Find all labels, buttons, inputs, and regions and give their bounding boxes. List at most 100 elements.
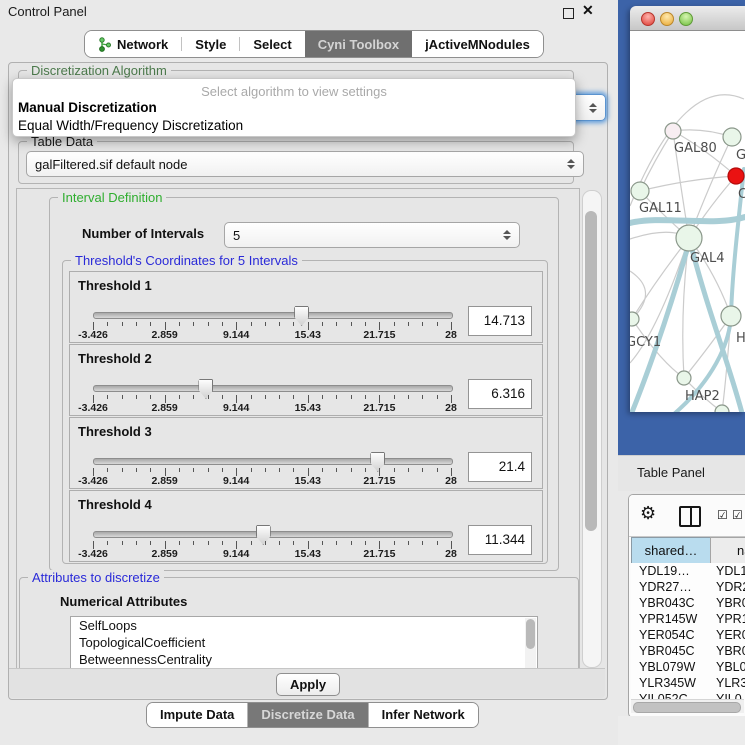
table-panel-card: ⚙ ☑ ☑ shared… na YDL19…YDL1YDR27…YDR2YBR…	[628, 494, 745, 718]
threshold-value-field[interactable]: 6.316	[468, 379, 532, 409]
network-node-node-red[interactable]	[728, 168, 744, 184]
slider-tick-labels: -3.4262.8599.14415.4321.71528	[93, 329, 451, 341]
threshold-value-field[interactable]: 11.344	[468, 525, 532, 555]
tab-impute-data[interactable]: Impute Data	[147, 703, 248, 727]
table-row[interactable]: YDR27… YDR2	[631, 579, 745, 595]
table-row[interactable]: YER054C YER0	[631, 627, 745, 643]
threshold-label: Threshold 4	[78, 497, 152, 512]
select-column-icon[interactable]: ☑	[732, 508, 743, 522]
network-node-node-bottom[interactable]	[715, 405, 729, 412]
table-row[interactable]: YBL079W YBL0	[631, 659, 745, 675]
slider-track[interactable]	[93, 458, 453, 465]
node-label-GAL11: GAL11	[639, 201, 682, 216]
network-canvas[interactable]: GAL80GACGAL11GAL4GCY1HHAP2	[630, 31, 745, 412]
slider-track[interactable]	[93, 312, 453, 319]
close-icon[interactable]: ✕	[582, 2, 594, 19]
zoom-traffic-light-icon[interactable]	[679, 12, 693, 26]
network-node-node-top-right[interactable]	[723, 128, 741, 146]
network-node-GAL4[interactable]	[676, 225, 702, 251]
table-hscrollbar-thumb[interactable]	[633, 702, 741, 713]
number-of-intervals-combobox[interactable]: 5	[224, 222, 520, 248]
float-window-icon[interactable]	[563, 8, 574, 19]
network-window-titlebar[interactable]	[630, 6, 745, 31]
table-header-row: shared… na	[629, 537, 745, 563]
numerical-attributes-label: Numerical Attributes	[60, 594, 187, 609]
combo-arrows-icon	[561, 159, 575, 169]
close-traffic-light-icon[interactable]	[641, 12, 655, 26]
table-row[interactable]: YLR345WYLR3	[631, 675, 745, 691]
cell-name: YDL1	[716, 563, 745, 579]
network-node-GAL11[interactable]	[631, 182, 649, 200]
list-scrollbar-thumb[interactable]	[526, 619, 535, 649]
cell-shared-name: YDL19…	[639, 563, 690, 579]
node-label-H: H	[736, 331, 745, 346]
cell-name: YBL0	[716, 659, 745, 675]
network-node-HAP2[interactable]	[677, 371, 691, 385]
tab-select[interactable]: Select	[240, 31, 304, 57]
cell-shared-name: YBR043C	[639, 595, 695, 611]
attributes-title: Attributes to discretize	[28, 570, 164, 585]
threshold-value-field[interactable]: 21.4	[468, 452, 532, 482]
tab-discretize-data[interactable]: Discretize Data	[248, 703, 368, 727]
attribute-item[interactable]: BetweennessCentrality	[71, 651, 537, 668]
table-row[interactable]: YDL19… YDL1	[631, 563, 745, 579]
column-header-shared[interactable]: shared…	[631, 537, 711, 564]
attribute-item[interactable]: TopologicalCoefficient	[71, 634, 537, 651]
cell-name: YLR3	[716, 675, 745, 691]
cell-shared-name: YER054C	[639, 627, 695, 643]
cell-shared-name: YDR27…	[639, 579, 692, 595]
network-edge[interactable]	[640, 131, 673, 191]
combo-arrows-icon	[497, 230, 511, 240]
tab-label: Select	[253, 37, 291, 52]
dropdown-option-manual[interactable]: Manual Discretization	[18, 100, 157, 115]
tab-network[interactable]: Network	[85, 31, 181, 57]
tab-label: Style	[195, 37, 226, 52]
select-column-icon[interactable]: ☑	[717, 508, 728, 522]
app-root: Control Panel ✕ Network Style Select Cyni T…	[0, 0, 745, 745]
slider-track[interactable]	[93, 385, 453, 392]
network-node-node-right[interactable]	[721, 306, 741, 326]
panel-title: Control Panel	[8, 4, 87, 19]
column-layout-icon[interactable]	[679, 506, 701, 527]
table-row[interactable]: YPR145WYPR1	[631, 611, 745, 627]
dropdown-option-equal-width[interactable]: Equal Width/Frequency Discretization	[18, 118, 243, 133]
panel-scrollbar-thumb[interactable]	[585, 211, 597, 531]
tab-jactivemnodules[interactable]: jActiveMNodules	[412, 31, 543, 57]
minimize-traffic-light-icon[interactable]	[660, 12, 674, 26]
table-row[interactable]: YBR043CYBR0	[631, 595, 745, 611]
cell-name: YER0	[716, 627, 745, 643]
network-node-GCY1[interactable]	[630, 312, 639, 326]
network-edge-highlighted[interactable]	[630, 217, 745, 223]
apply-button[interactable]: Apply	[276, 673, 340, 696]
threshold-box-3: Threshold 3-3.4262.8599.14415.4321.71528…	[69, 417, 543, 489]
column-header-name[interactable]: na	[710, 537, 745, 564]
table-row[interactable]: YBR045CYBR0	[631, 643, 745, 659]
bottom-tabs: Impute DataDiscretize DataInfer Network	[146, 702, 479, 728]
slider-track[interactable]	[93, 531, 453, 538]
thresholds-group: Threshold's Coordinates for 5 Intervals …	[62, 260, 548, 564]
settings-gear-icon[interactable]: ⚙	[640, 503, 656, 524]
node-label-HAP2: HAP2	[685, 389, 720, 404]
tab-label: jActiveMNodules	[425, 37, 530, 52]
table-hscrollbar[interactable]	[631, 699, 744, 713]
network-edge-highlighted[interactable]	[630, 250, 687, 412]
tab-cyni-toolbox[interactable]: Cyni Toolbox	[305, 31, 412, 57]
settings-scroll-area: Interval Definition Number of Intervals …	[16, 188, 580, 670]
list-scrollbar[interactable]	[525, 618, 536, 670]
tab-infer-network[interactable]: Infer Network	[369, 703, 478, 727]
network-edge[interactable]	[640, 176, 736, 191]
panel-scrollbar[interactable]	[582, 190, 602, 668]
numerical-attributes-list[interactable]: SelfLoopsTopologicalCoefficientBetweenne…	[70, 616, 538, 670]
cell-name: YDR2	[716, 579, 745, 595]
cell-shared-name: YBL079W	[639, 659, 695, 675]
attribute-item[interactable]: SelfLoops	[71, 617, 537, 634]
tab-style[interactable]: Style	[182, 31, 239, 57]
network-node-GAL80[interactable]	[665, 123, 681, 139]
table-data-combobox[interactable]: galFiltered.sif default node	[26, 151, 584, 177]
threshold-value-field[interactable]: 14.713	[468, 306, 532, 336]
apply-strip: Apply	[9, 668, 605, 698]
network-icon	[98, 37, 112, 52]
threshold-label: Threshold 3	[78, 424, 152, 439]
cell-shared-name: YBR045C	[639, 643, 695, 659]
cell-name: YPR1	[716, 611, 745, 627]
